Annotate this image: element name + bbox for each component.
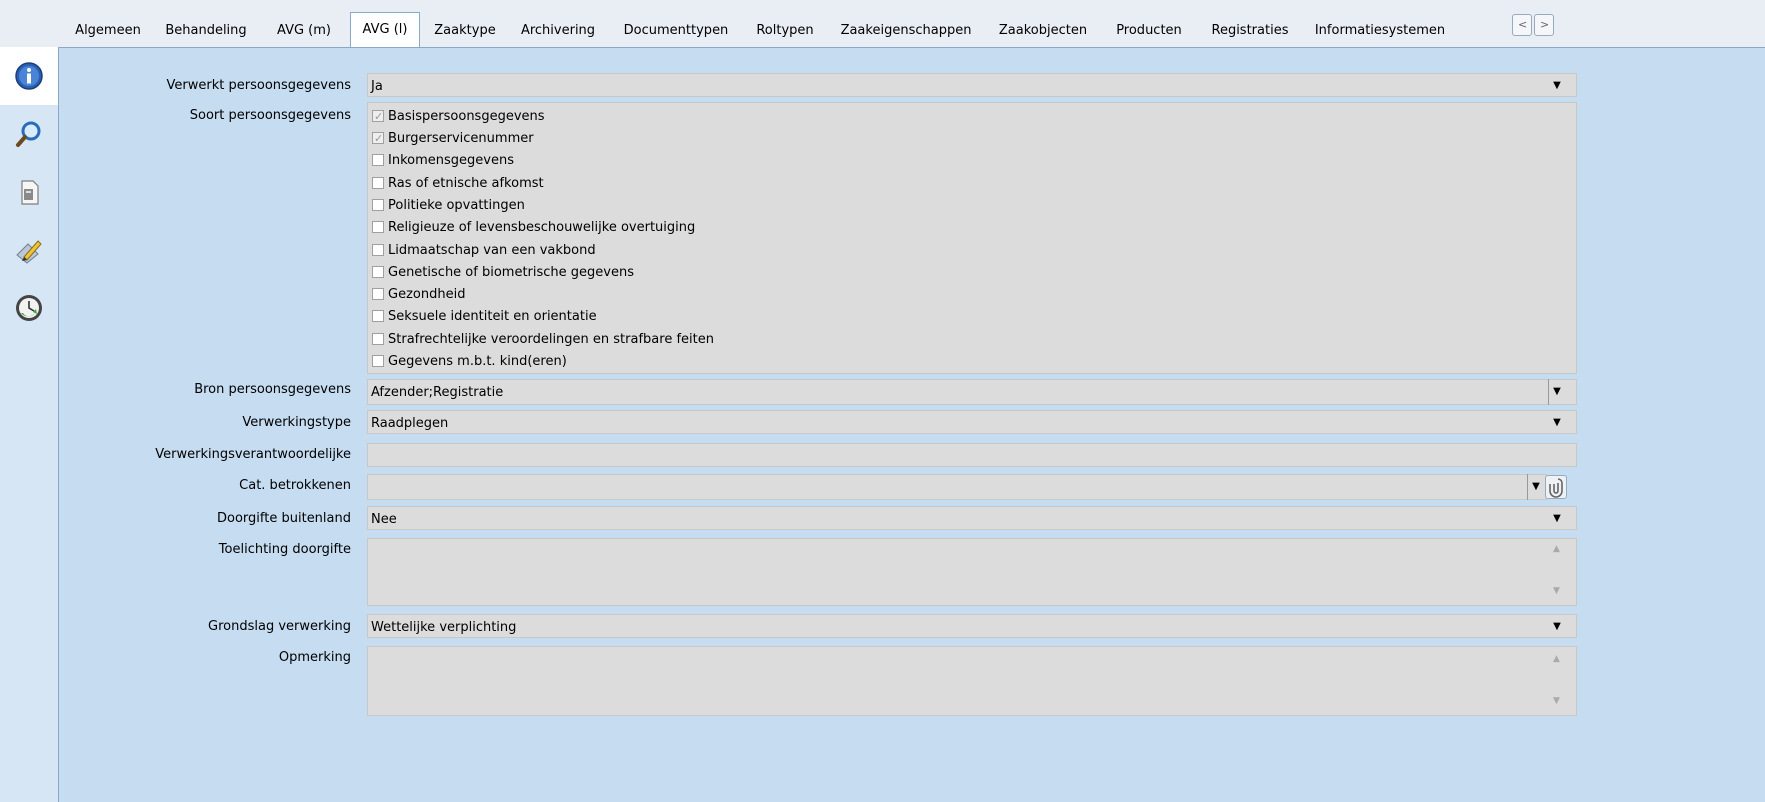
soort-checkbox-list: Basispersoonsgegevens Burgerservicenumme… <box>367 102 1577 374</box>
checkbox-box[interactable] <box>372 310 384 322</box>
verwerkingstype-label: Verwerkingstype <box>242 415 351 430</box>
cat-select[interactable] <box>367 474 1547 500</box>
verwerkingstype-select[interactable]: Raadplegen <box>367 410 1577 434</box>
grondslag-dropdown-button[interactable]: ▼ <box>1549 614 1565 640</box>
checkbox-box[interactable] <box>372 333 384 345</box>
form-panel: Verwerkt persoonsgegevens Ja ▼ Soort per… <box>59 48 1765 802</box>
checkbox-box[interactable] <box>372 266 384 278</box>
bron-select[interactable]: Afzender;Registratie <box>367 379 1577 405</box>
checkbox-box[interactable] <box>372 154 384 166</box>
left-toolbar <box>0 47 59 802</box>
tab-bar: Algemeen Behandeling AVG (m) AVG (l) Zaa… <box>0 0 1765 48</box>
tab-avg-l[interactable]: AVG (l) <box>350 12 420 47</box>
checkbox-label: Lidmaatschap van een vakbond <box>388 243 596 258</box>
toelichting-scroll-up[interactable]: ▲ <box>1553 544 1560 554</box>
tab-zaakeigenschappen[interactable]: Zaakeigenschappen <box>832 14 980 47</box>
info-button[interactable] <box>0 47 58 105</box>
paperclip-icon <box>1549 478 1563 498</box>
verwerkt-dropdown-button[interactable]: ▼ <box>1549 73 1565 99</box>
document-button[interactable] <box>0 163 58 221</box>
tab-behandeling[interactable]: Behandeling <box>156 14 256 47</box>
soort-label: Soort persoonsgegevens <box>189 108 351 123</box>
doorgifte-label: Doorgifte buitenland <box>217 511 351 526</box>
verantwoordelijke-label: Verwerkingsverantwoordelijke <box>155 447 351 462</box>
edit-pencil-icon <box>16 240 42 264</box>
checkbox-label: Gezondheid <box>388 287 466 302</box>
checkbox-label: Basispersoonsgegevens <box>388 109 545 124</box>
checkbox-label: Genetische of biometrische gegevens <box>388 265 634 280</box>
cat-dropdown-button[interactable]: ▼ <box>1527 474 1544 500</box>
tab-roltypen[interactable]: Roltypen <box>748 14 822 47</box>
edit-button[interactable] <box>0 221 58 279</box>
opmerking-scroll-up[interactable]: ▲ <box>1553 654 1560 664</box>
tab-scroll-left-button[interactable]: < <box>1512 14 1532 36</box>
bron-label: Bron persoonsgegevens <box>194 382 351 397</box>
verwerkingstype-dropdown-button[interactable]: ▼ <box>1549 410 1565 436</box>
opmerking-scroll-down[interactable]: ▼ <box>1553 696 1560 706</box>
verwerkingstype-value: Raadplegen <box>371 416 449 431</box>
checkbox-box[interactable] <box>372 177 384 189</box>
checkbox-box[interactable] <box>372 288 384 300</box>
doorgifte-dropdown-button[interactable]: ▼ <box>1549 506 1565 532</box>
checkbox-box[interactable] <box>372 244 384 256</box>
toelichting-label: Toelichting doorgifte <box>218 542 351 557</box>
checkbox-label: Religieuze of levensbeschouwelijke overt… <box>388 220 696 235</box>
document-icon <box>21 180 39 205</box>
tab-informatiesystemen[interactable]: Informatiesystemen <box>1306 14 1454 47</box>
checkbox-label: Gegevens m.b.t. kind(eren) <box>388 354 567 369</box>
grondslag-value: Wettelijke verplichting <box>371 620 517 635</box>
checkbox-label: Ras of etnische afkomst <box>388 176 544 191</box>
checkbox-label: Strafrechtelijke veroordelingen en straf… <box>388 332 714 347</box>
cat-label: Cat. betrokkenen <box>239 478 351 493</box>
chevron-right-icon: > <box>1540 18 1550 31</box>
checkbox-box[interactable] <box>372 355 384 367</box>
opmerking-label: Opmerking <box>278 650 351 665</box>
grondslag-label: Grondslag verwerking <box>208 619 351 634</box>
search-button[interactable] <box>0 105 58 163</box>
checkbox-label: Inkomensgegevens <box>388 153 514 168</box>
doorgifte-select[interactable]: Nee <box>367 506 1577 530</box>
opmerking-textarea[interactable] <box>367 646 1577 716</box>
toelichting-textarea[interactable] <box>367 538 1577 606</box>
info-icon <box>15 62 43 90</box>
clock-refresh-icon <box>16 295 42 321</box>
tab-avg-m[interactable]: AVG (m) <box>266 14 342 47</box>
tab-documenttypen[interactable]: Documenttypen <box>616 14 736 47</box>
cat-link-button[interactable] <box>1545 475 1567 499</box>
checkbox-label: Politieke opvattingen <box>388 198 525 213</box>
tab-scroll-right-button[interactable]: > <box>1534 14 1554 36</box>
toelichting-scroll-down[interactable]: ▼ <box>1553 586 1560 596</box>
chevron-left-icon: < <box>1518 18 1528 31</box>
doorgifte-value: Nee <box>371 512 397 527</box>
tab-registraties[interactable]: Registraties <box>1200 14 1300 47</box>
checkbox-label: Seksuele identiteit en orientatie <box>388 309 597 324</box>
bron-value: Afzender;Registratie <box>371 385 504 400</box>
verwerkt-label: Verwerkt persoonsgegevens <box>166 78 351 93</box>
tab-producten[interactable]: Producten <box>1106 14 1192 47</box>
search-icon <box>16 121 41 147</box>
bron-dropdown-button[interactable]: ▼ <box>1548 379 1565 405</box>
tab-zaaktype[interactable]: Zaaktype <box>428 14 502 47</box>
checkbox-box[interactable] <box>372 129 384 149</box>
checkbox-box[interactable] <box>372 199 384 211</box>
tab-algemeen[interactable]: Algemeen <box>70 14 146 47</box>
verwerkt-value: Ja <box>371 79 383 94</box>
checkbox-box[interactable] <box>372 221 384 233</box>
checkbox-label: Burgerservicenummer <box>388 131 534 146</box>
grondslag-select[interactable]: Wettelijke verplichting <box>367 614 1577 638</box>
verwerkt-select[interactable]: Ja <box>367 73 1577 97</box>
verantwoordelijke-input[interactable] <box>367 443 1577 467</box>
history-button[interactable] <box>0 279 58 337</box>
tab-archivering[interactable]: Archivering <box>514 14 602 47</box>
tab-zaakobjecten[interactable]: Zaakobjecten <box>990 14 1096 47</box>
checkbox-box[interactable] <box>372 107 384 127</box>
